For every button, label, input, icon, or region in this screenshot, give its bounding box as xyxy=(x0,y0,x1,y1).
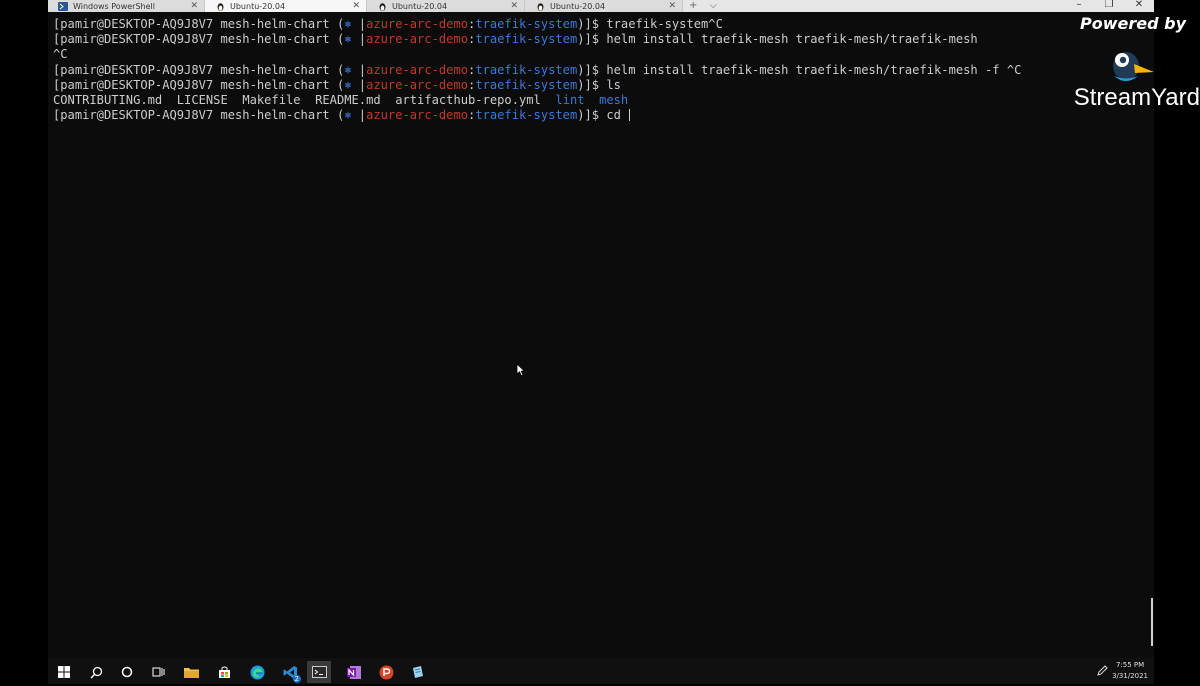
windows-taskbar: 2 7:55 PM 3/31/2021 xyxy=(48,658,1154,684)
output-text: ^C xyxy=(53,47,68,62)
terminal-window: Windows PowerShell ✕ Ubuntu-20.04 ✕ Ubuntu-2… xyxy=(48,0,1154,658)
prompt-user-host: [pamir@DESKTOP-AQ9J8V7 mesh-helm-chart ( xyxy=(53,108,345,123)
cortana-icon[interactable] xyxy=(115,661,139,683)
command-text: helm install traefik-mesh traefik-mesh/t… xyxy=(606,62,1022,77)
kubernetes-icon: ⎈ xyxy=(344,62,352,77)
terminal-line: [pamir@DESKTOP-AQ9J8V7 mesh-helm-chart (… xyxy=(53,32,1021,47)
command-text: traefik-system^C xyxy=(606,17,723,31)
tab-close-icon[interactable]: ✕ xyxy=(668,0,676,12)
ls-file: LICENSE xyxy=(176,92,228,107)
mouse-pointer-icon xyxy=(516,363,526,377)
prompt-cluster: azure-arc-demo xyxy=(366,62,469,77)
ls-file: README.md xyxy=(315,92,381,107)
prompt-separator: | xyxy=(351,32,367,47)
terminal-output[interactable]: [pamir@DESKTOP-AQ9J8V7 mesh-helm-chart (… xyxy=(53,17,1021,123)
prompt-user-host: [pamir@DESKTOP-AQ9J8V7 mesh-helm-chart ( xyxy=(53,77,345,92)
windows-start-icon[interactable] xyxy=(52,661,76,683)
vscode-icon[interactable]: 2 xyxy=(278,661,302,683)
tab-close-icon[interactable]: ✕ xyxy=(510,0,518,12)
terminal-line: ^C xyxy=(53,47,1021,62)
linux-icon xyxy=(535,2,545,11)
tab-label: Ubuntu-20.04 xyxy=(230,1,286,11)
tab-dropdown-button[interactable]: ⌵ xyxy=(703,0,723,12)
prompt-namespace: traefik-system xyxy=(475,108,578,123)
linux-icon xyxy=(215,2,225,11)
prompt-user-host: [pamir@DESKTOP-AQ9J8V7 mesh-helm-chart ( xyxy=(53,32,345,47)
prompt-end: )]$ xyxy=(577,17,607,31)
prompt-namespace: traefik-system xyxy=(475,32,578,47)
ls-directory: lint xyxy=(555,92,585,107)
powershell-icon xyxy=(58,1,68,11)
command-text: cd xyxy=(606,108,629,123)
prompt-separator: | xyxy=(351,108,367,123)
prompt-user-host: [pamir@DESKTOP-AQ9J8V7 mesh-helm-chart ( xyxy=(53,62,345,77)
prompt-cluster: azure-arc-demo xyxy=(366,108,469,123)
clock-date: 3/31/2021 xyxy=(1112,672,1148,680)
tab-label: Windows PowerShell xyxy=(73,1,155,11)
terminal-line: [pamir@DESKTOP-AQ9J8V7 mesh-helm-chart (… xyxy=(53,17,1021,32)
app-icon[interactable] xyxy=(406,661,430,683)
linux-icon xyxy=(377,2,387,11)
tab-label: Ubuntu-20.04 xyxy=(392,1,448,11)
terminal-line: [pamir@DESKTOP-AQ9J8V7 mesh-helm-chart (… xyxy=(53,63,1021,78)
prompt-end: )]$ xyxy=(577,108,607,123)
ls-file: Makefile xyxy=(242,92,301,107)
prompt-namespace: traefik-system xyxy=(475,62,578,77)
text-cursor xyxy=(629,109,631,122)
tab-4[interactable]: Ubuntu-20.04 ✕ xyxy=(525,0,683,12)
prompt-end: )]$ xyxy=(577,77,607,92)
ls-file: artifacthub-repo.yml xyxy=(395,92,541,107)
prompt-cluster: azure-arc-demo xyxy=(366,32,469,47)
search-icon[interactable] xyxy=(84,661,108,683)
tab-1[interactable]: Windows PowerShell ✕ xyxy=(48,0,205,12)
streamyard-bird-logo-icon xyxy=(1113,52,1154,81)
kubernetes-icon: ⎈ xyxy=(344,32,352,47)
notification-badge: 2 xyxy=(292,675,301,683)
tab-close-icon[interactable]: ✕ xyxy=(190,0,198,12)
tab-2[interactable]: Ubuntu-20.04 ✕ xyxy=(205,0,367,12)
onenote-icon[interactable] xyxy=(342,661,366,683)
tray-clock[interactable]: 7:55 PM 3/31/2021 xyxy=(1112,660,1148,682)
terminal-line: [pamir@DESKTOP-AQ9J8V7 mesh-helm-chart (… xyxy=(53,108,1021,123)
edge-icon[interactable] xyxy=(245,661,269,683)
file-explorer-icon[interactable] xyxy=(179,661,203,683)
powered-by-text: Powered by xyxy=(1080,14,1186,33)
command-text: helm install traefik-mesh traefik-mesh/t… xyxy=(606,32,978,47)
ls-file: CONTRIBUTING.md xyxy=(53,92,163,107)
kubernetes-icon: ⎈ xyxy=(344,108,352,123)
new-tab-button[interactable]: + xyxy=(683,0,703,12)
kubernetes-icon: ⎈ xyxy=(344,17,352,31)
command-text: ls xyxy=(606,77,621,92)
prompt-user-host: [pamir@DESKTOP-AQ9J8V7 mesh-helm-chart ( xyxy=(53,17,345,31)
tab-3[interactable]: Ubuntu-20.04 ✕ xyxy=(367,0,525,12)
clock-time: 7:55 PM xyxy=(1115,661,1145,669)
prompt-cluster: azure-arc-demo xyxy=(366,17,469,31)
tab-close-icon[interactable]: ✕ xyxy=(352,0,360,12)
prompt-end: )]$ xyxy=(577,32,607,47)
scrollbar-thumb[interactable] xyxy=(1151,598,1153,646)
terminal-line: [pamir@DESKTOP-AQ9J8V7 mesh-helm-chart (… xyxy=(53,78,1021,93)
terminal-icon[interactable] xyxy=(307,661,331,683)
pen-icon[interactable] xyxy=(1096,665,1108,677)
prompt-namespace: traefik-system xyxy=(475,77,578,92)
terminal-line: CONTRIBUTING.md LICENSE Makefile README.… xyxy=(53,93,1021,108)
ls-directory: mesh xyxy=(599,92,629,107)
prompt-end: )]$ xyxy=(577,62,607,77)
kubernetes-icon: ⎈ xyxy=(344,77,352,92)
prompt-separator: | xyxy=(351,62,367,77)
prompt-namespace: traefik-system xyxy=(475,17,578,31)
store-icon[interactable] xyxy=(212,661,236,683)
prompt-separator: | xyxy=(351,77,367,92)
streamyard-watermark: Powered by StreamYard xyxy=(1060,10,1200,111)
powerpoint-icon[interactable] xyxy=(374,661,398,683)
prompt-separator: | xyxy=(351,17,367,31)
tab-bar: Windows PowerShell ✕ Ubuntu-20.04 ✕ Ubuntu-2… xyxy=(48,0,1154,12)
tab-label: Ubuntu-20.04 xyxy=(550,1,606,11)
prompt-cluster: azure-arc-demo xyxy=(366,77,469,92)
task-view-icon[interactable] xyxy=(146,661,170,683)
streamyard-brand: StreamYard xyxy=(1073,84,1200,111)
